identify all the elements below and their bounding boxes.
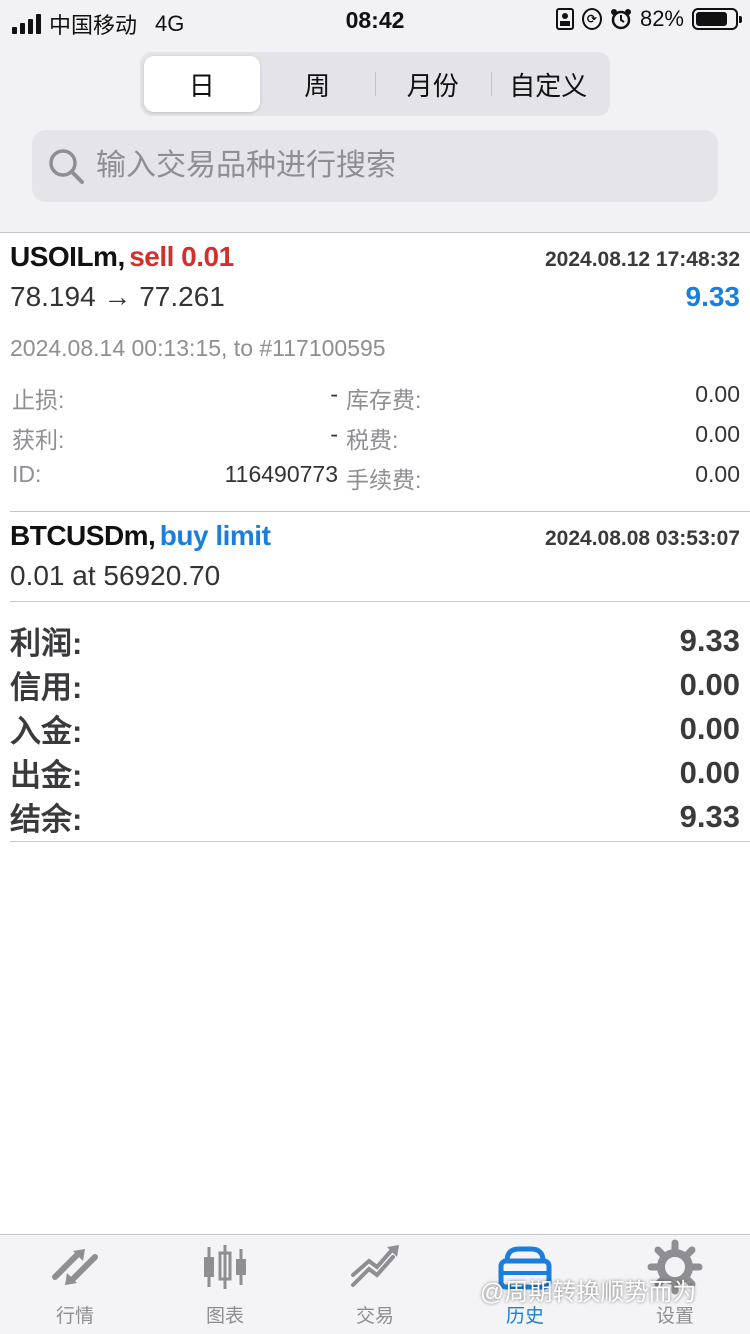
trade-action: buy limit	[159, 520, 271, 551]
id-value: 116490773	[224, 461, 338, 487]
trade-close-row: 2024.08.14 00:13:15, to #117100595	[10, 335, 740, 362]
swap-label: 库存费:	[346, 387, 422, 413]
id-card-icon	[555, 8, 574, 30]
trade-profit: 9.33	[685, 281, 741, 312]
period-month-tab[interactable]: 月份	[375, 56, 491, 112]
history-list: USOILm, sell 0.01 2024.08.12 17:48:32 78…	[0, 232, 750, 1234]
watermark-text: @周期转换顺势而为	[480, 1279, 697, 1306]
tab-trade[interactable]: 交易	[300, 1235, 450, 1334]
tab-charts[interactable]: 图表	[150, 1235, 300, 1334]
battery-percent: 82%	[639, 6, 684, 31]
stop-loss-label: 止损:	[12, 387, 65, 413]
trade-header: BTCUSDm, buy limit 2024.08.08 03:53:07	[10, 520, 740, 552]
trade-price-row: 0.01 at 56920.70	[10, 560, 740, 592]
summary-deposit-row: 入金: 0.00	[10, 706, 740, 751]
trade-action: sell 0.01	[129, 241, 234, 272]
trade-price: 0.01 at 56920.70	[10, 560, 221, 591]
rotation-lock-icon: ⟳	[581, 8, 602, 30]
taxes-label: 税费:	[346, 427, 399, 453]
taxes-value: 0.00	[695, 421, 740, 447]
tab-charts-label: 图表	[205, 1306, 244, 1327]
take-profit-value: -	[330, 421, 338, 447]
battery-icon	[692, 8, 742, 30]
summary-deposit-label: 入金:	[10, 714, 83, 749]
trade-symbol: BTCUSDm,	[10, 520, 156, 551]
status-right: ⟳ 82%	[555, 6, 742, 32]
trade-price-row: 78.194 → 77.261 9.33	[10, 281, 740, 313]
status-bar: 中国移动 4G 08:42 ⟳ 82%	[0, 0, 750, 40]
trade-item[interactable]: USOILm, sell 0.01 2024.08.12 17:48:32 78…	[10, 233, 750, 512]
search-input[interactable]	[96, 149, 656, 183]
summary-balance-row: 结余: 9.33	[10, 794, 740, 839]
trade-open-time: 2024.08.12 17:48:32	[545, 248, 740, 271]
trade-header: USOILm, sell 0.01 2024.08.12 17:48:32	[10, 241, 740, 273]
summary-withdrawal-label: 出金:	[10, 758, 83, 793]
trade-symbol: USOILm,	[10, 241, 125, 272]
commission-label: 手续费:	[346, 467, 422, 493]
swap-value: 0.00	[695, 381, 740, 407]
summary-profit-label: 利润:	[10, 626, 83, 661]
summary-deposit-value: 0.00	[679, 710, 740, 746]
commission-value: 0.00	[695, 461, 740, 487]
trade-item[interactable]: BTCUSDm, buy limit 2024.08.08 03:53:07 0…	[10, 512, 750, 602]
summary-credit-label: 信用:	[10, 670, 83, 705]
period-day-tab[interactable]: 日	[144, 56, 260, 112]
summary-balance-value: 9.33	[679, 798, 740, 834]
trade-trend-icon	[351, 1245, 399, 1287]
search-icon	[49, 149, 84, 184]
search-bar[interactable]	[32, 130, 718, 202]
summary-withdrawal-value: 0.00	[679, 754, 740, 790]
summary-withdrawal-row: 出金: 0.00	[10, 750, 740, 795]
summary-profit-value: 9.33	[679, 622, 740, 658]
account-summary: 利润: 9.33 信用: 0.00 入金: 0.00 出金: 0.00 结余: …	[10, 602, 750, 842]
trade-price: 78.194 → 77.261	[10, 281, 225, 312]
summary-balance-label: 结余:	[10, 802, 83, 837]
summary-profit-row: 利润: 9.33	[10, 618, 740, 663]
candlestick-chart-icon	[204, 1245, 246, 1289]
summary-credit-value: 0.00	[679, 666, 740, 702]
stop-loss-value: -	[330, 381, 338, 407]
id-label: ID:	[12, 461, 42, 487]
alarm-icon	[610, 9, 631, 30]
take-profit-label: 获利:	[12, 427, 65, 453]
trade-close-info: 2024.08.14 00:13:15, to #117100595	[10, 335, 386, 361]
tab-quotes-label: 行情	[55, 1306, 94, 1327]
quotes-arrows-icon	[52, 1249, 98, 1285]
tab-quotes[interactable]: 行情	[0, 1235, 150, 1334]
summary-credit-row: 信用: 0.00	[10, 662, 740, 707]
period-selector: 日 周 月份 自定义	[140, 52, 610, 116]
period-week-tab[interactable]: 周	[260, 56, 376, 112]
trade-open-time: 2024.08.08 03:53:07	[545, 527, 740, 550]
tab-trade-label: 交易	[355, 1306, 394, 1327]
period-custom-tab[interactable]: 自定义	[490, 56, 607, 112]
